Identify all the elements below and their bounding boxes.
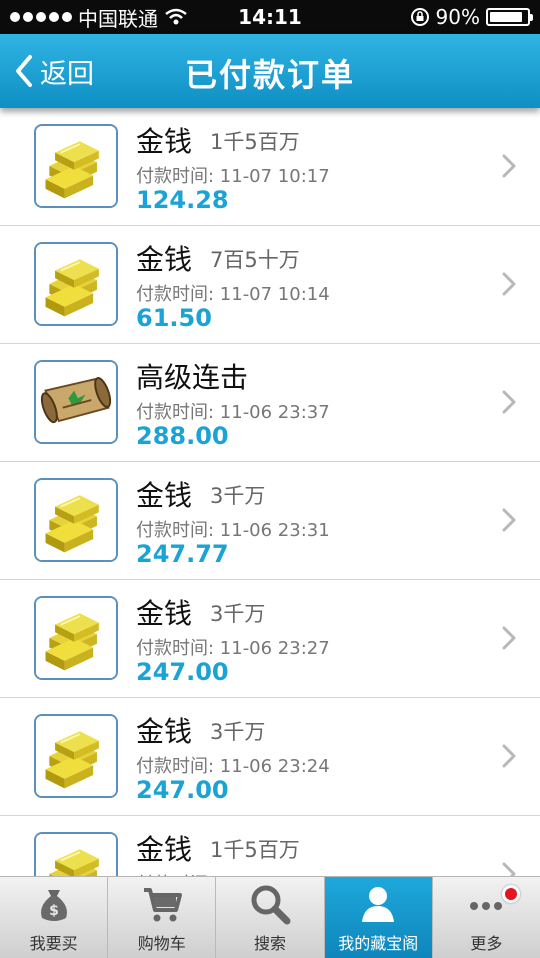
chevron-right-icon [502, 744, 516, 768]
item-price: 61.50 [136, 304, 212, 332]
chevron-right-icon [502, 390, 516, 414]
item-quantity: 1千5百万 [210, 130, 300, 154]
svg-text:$: $ [49, 903, 59, 919]
wifi-icon [165, 8, 187, 25]
scroll-icon [34, 360, 118, 444]
payment-time: 付款时间: 11-06 23:31 [136, 520, 330, 541]
item-quantity: 3千万 [210, 484, 266, 508]
item-price: 247.77 [136, 540, 229, 568]
tab-label: 购物车 [137, 934, 186, 953]
tab-search[interactable]: 搜索 [216, 877, 325, 958]
item-name: 金钱 [136, 833, 193, 866]
gold-bars-icon [34, 478, 118, 562]
carrier-name: 中国联通 [78, 6, 158, 31]
item-quantity: 1千5百万 [210, 838, 300, 862]
order-row[interactable]: 金钱 3千万 付款时间: 11-06 23:31 247.77 [0, 462, 540, 580]
cart-icon [140, 882, 184, 926]
search-icon [248, 882, 292, 926]
payment-time: 付款时间: 11-06 23:27 [136, 638, 330, 659]
item-name: 金钱 [136, 597, 193, 630]
payment-time: 付款时间: 11-06 23:24 [136, 756, 330, 777]
tab-more[interactable]: 更多 [433, 877, 540, 958]
battery-percent: 90% [435, 5, 480, 29]
order-row[interactable]: 金钱 1千5百万 付款时间: 11-06 23:22 [0, 816, 540, 876]
item-name: 金钱 [136, 479, 193, 512]
item-price: 124.28 [136, 186, 229, 214]
status-left: 中国联通 [10, 3, 188, 32]
tab-cart[interactable]: 购物车 [108, 877, 217, 958]
item-price: 247.00 [136, 658, 229, 686]
order-row[interactable]: 高级连击 付款时间: 11-06 23:37 288.00 [0, 344, 540, 462]
user-icon [356, 882, 400, 926]
gold-bars-icon [34, 242, 118, 326]
money-bag-icon: $ [32, 882, 76, 926]
item-price: 288.00 [136, 422, 229, 450]
order-list: 金钱 1千5百万 付款时间: 11-07 10:17 124.28 金钱 7百5… [0, 108, 540, 876]
page-title: 已付款订单 [184, 56, 355, 94]
tab-label: 我要买 [29, 934, 78, 953]
chevron-right-icon [502, 862, 516, 876]
chevron-right-icon [502, 626, 516, 650]
item-name: 金钱 [136, 715, 193, 748]
chevron-right-icon [502, 154, 516, 178]
tab-buy[interactable]: $ 我要买 [0, 877, 109, 958]
item-name: 金钱 [136, 243, 193, 276]
tab-label: 更多 [470, 934, 503, 953]
item-name: 高级连击 [136, 361, 249, 394]
gold-bars-icon [34, 714, 118, 798]
tab-my-treasure[interactable]: 我的藏宝阁 [324, 877, 433, 958]
order-row[interactable]: 金钱 7百5十万 付款时间: 11-07 10:14 61.50 [0, 226, 540, 344]
item-price: 247.00 [136, 776, 229, 804]
status-right: 90% [410, 5, 533, 29]
gold-bars-icon [34, 596, 118, 680]
payment-time: 付款时间: 11-06 23:37 [136, 402, 330, 423]
rotation-lock-icon [410, 8, 429, 26]
item-quantity: 7百5十万 [210, 248, 300, 272]
payment-time: 付款时间: 11-07 10:14 [136, 284, 330, 305]
order-row[interactable]: 金钱 1千5百万 付款时间: 11-07 10:17 124.28 [0, 108, 540, 226]
nav-bar: 返回 已付款订单 [0, 34, 540, 108]
more-icon [464, 882, 508, 926]
battery-icon [486, 8, 533, 26]
order-row[interactable]: 金钱 3千万 付款时间: 11-06 23:27 247.00 [0, 580, 540, 698]
chevron-right-icon [502, 272, 516, 296]
gold-bars-icon [34, 832, 118, 876]
payment-time: 付款时间: 11-07 10:17 [136, 166, 330, 187]
tab-label: 搜索 [254, 934, 287, 953]
item-quantity: 3千万 [210, 720, 266, 744]
signal-strength-icon [10, 12, 72, 22]
status-bar: 中国联通 14:11 90% [0, 0, 540, 34]
tab-label: 我的藏宝阁 [338, 934, 419, 953]
gold-bars-icon [34, 124, 118, 208]
item-name: 金钱 [136, 125, 193, 158]
notification-badge [502, 885, 521, 903]
item-quantity: 3千万 [210, 602, 266, 626]
order-row[interactable]: 金钱 3千万 付款时间: 11-06 23:24 247.00 [0, 698, 540, 816]
chevron-right-icon [502, 508, 516, 532]
tab-bar: $ 我要买 购物车 搜索 我的藏宝阁 更多 [0, 876, 540, 958]
